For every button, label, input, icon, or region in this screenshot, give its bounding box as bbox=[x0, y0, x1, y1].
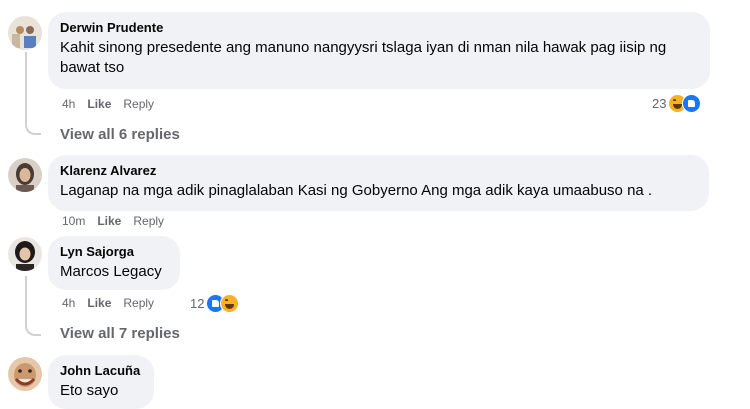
avatar[interactable] bbox=[8, 237, 42, 271]
like-icon bbox=[682, 94, 702, 113]
like-button[interactable]: Like bbox=[97, 213, 121, 229]
haha-icon bbox=[220, 294, 240, 313]
comment-time[interactable]: 4h bbox=[62, 295, 75, 311]
comment-author[interactable]: Klarenz Alvarez bbox=[60, 163, 697, 179]
thread-line bbox=[25, 52, 41, 135]
reply-button[interactable]: Reply bbox=[123, 96, 154, 112]
reply-button[interactable]: Reply bbox=[123, 295, 154, 311]
comment-author[interactable]: John Lacuña bbox=[60, 363, 142, 379]
reaction-count: 12 bbox=[190, 296, 205, 311]
comment-bubble: Derwin Prudente Kahit sinong presedente … bbox=[48, 12, 710, 89]
comment-bubble: John Lacuña Eto sayo bbox=[48, 355, 154, 409]
comment-text: Kahit sinong presedente ang manuno nangy… bbox=[60, 39, 667, 76]
comment-text: Marcos Legacy bbox=[60, 263, 162, 280]
like-button[interactable]: Like bbox=[87, 96, 111, 112]
view-replies-link[interactable]: View all 6 replies bbox=[60, 126, 180, 143]
comment-time[interactable]: 4h bbox=[62, 96, 75, 112]
comment-time[interactable]: 10m bbox=[62, 213, 85, 229]
reply-button[interactable]: Reply bbox=[133, 213, 164, 229]
view-replies-link[interactable]: View all 7 replies bbox=[60, 325, 180, 342]
comment-text: Laganap na mga adik pinaglalaban Kasi ng… bbox=[60, 182, 653, 199]
avatar[interactable] bbox=[8, 357, 42, 391]
comment-actions: 4h Like Reply bbox=[62, 295, 154, 311]
comment-bubble: Klarenz Alvarez Laganap na mga adik pina… bbox=[48, 155, 709, 211]
reaction-summary[interactable]: 23 bbox=[652, 94, 702, 113]
thread-line bbox=[25, 276, 41, 336]
comment-author[interactable]: Derwin Prudente bbox=[60, 20, 698, 36]
comment-actions: 10m Like Reply bbox=[62, 213, 164, 229]
avatar[interactable] bbox=[8, 158, 42, 192]
comment-author[interactable]: Lyn Sajorga bbox=[60, 244, 168, 260]
comment-text: Eto sayo bbox=[60, 382, 119, 399]
reaction-summary[interactable]: 12 bbox=[190, 294, 240, 313]
comment-actions: 4h Like Reply bbox=[62, 96, 154, 112]
reaction-count: 23 bbox=[652, 96, 667, 111]
comment-bubble: Lyn Sajorga Marcos Legacy bbox=[48, 236, 180, 290]
avatar[interactable] bbox=[8, 16, 42, 50]
like-button[interactable]: Like bbox=[87, 295, 111, 311]
